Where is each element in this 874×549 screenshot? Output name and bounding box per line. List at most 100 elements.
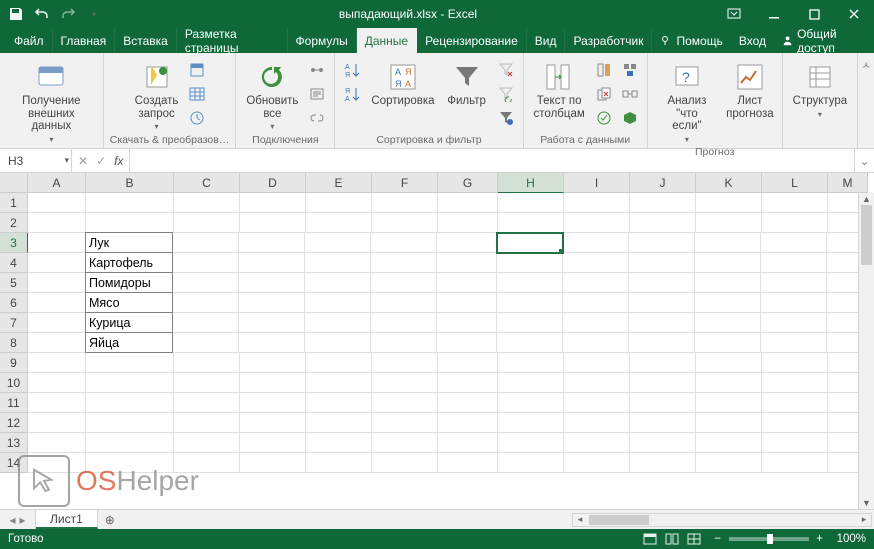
tab-home[interactable]: Главная <box>53 28 116 53</box>
cell[interactable] <box>564 353 630 373</box>
clear-filter-icon[interactable] <box>495 59 517 81</box>
cell[interactable] <box>372 193 438 213</box>
cell[interactable]: Мясо <box>85 292 173 313</box>
new-sheet-icon[interactable]: ⊕ <box>98 510 122 529</box>
cell[interactable] <box>564 453 630 473</box>
cell[interactable] <box>174 373 240 393</box>
cell[interactable] <box>630 373 696 393</box>
row-header[interactable]: 3 <box>0 233 28 253</box>
cell[interactable] <box>28 393 86 413</box>
cell[interactable] <box>761 313 827 333</box>
scroll-thumb[interactable] <box>861 205 872 265</box>
tell-me[interactable]: Помощь <box>652 28 730 53</box>
cell[interactable] <box>86 433 174 453</box>
cell[interactable] <box>696 393 762 413</box>
cell[interactable] <box>437 233 497 253</box>
enter-formula-icon[interactable]: ✓ <box>96 154 106 168</box>
cell[interactable] <box>174 413 240 433</box>
cell[interactable] <box>564 373 630 393</box>
tab-review[interactable]: Рецензирование <box>417 28 527 53</box>
cell[interactable] <box>240 433 306 453</box>
cell[interactable] <box>761 293 827 313</box>
cell[interactable] <box>498 353 564 373</box>
column-header[interactable]: G <box>438 173 498 193</box>
cell[interactable] <box>498 433 564 453</box>
show-queries-icon[interactable] <box>186 59 208 81</box>
advanced-filter-icon[interactable] <box>495 107 517 129</box>
qat-customize-icon[interactable]: ▾ <box>86 6 102 22</box>
cell[interactable] <box>28 273 86 293</box>
page-layout-view-icon[interactable] <box>661 531 683 547</box>
name-box[interactable]: H3 ▾ <box>0 149 72 172</box>
cell[interactable] <box>762 353 828 373</box>
cell[interactable] <box>497 273 563 293</box>
save-icon[interactable] <box>8 6 24 22</box>
cell[interactable]: Лук <box>85 232 173 253</box>
cell[interactable] <box>762 393 828 413</box>
tab-developer[interactable]: Разработчик <box>565 28 652 53</box>
cell[interactable] <box>174 453 240 473</box>
cell[interactable] <box>240 453 306 473</box>
cell[interactable] <box>28 413 86 433</box>
row-header[interactable]: 11 <box>0 393 28 413</box>
cell[interactable] <box>371 273 437 293</box>
page-break-view-icon[interactable] <box>683 531 705 547</box>
cell[interactable] <box>630 353 696 373</box>
cell[interactable] <box>173 233 239 253</box>
cell[interactable] <box>629 333 695 353</box>
cell[interactable] <box>28 313 86 333</box>
cell[interactable] <box>371 313 437 333</box>
consolidate-icon[interactable] <box>619 59 641 81</box>
cell[interactable] <box>28 333 86 353</box>
cell[interactable] <box>28 213 86 233</box>
cell[interactable] <box>695 333 761 353</box>
cell[interactable] <box>630 453 696 473</box>
cell[interactable] <box>239 253 305 273</box>
cell[interactable] <box>306 413 372 433</box>
cell[interactable] <box>305 293 371 313</box>
cell[interactable] <box>438 453 498 473</box>
cell[interactable] <box>563 253 629 273</box>
column-header[interactable]: F <box>372 173 438 193</box>
cell[interactable] <box>305 333 371 353</box>
cell[interactable] <box>696 213 762 233</box>
cell[interactable] <box>240 213 306 233</box>
from-table-icon[interactable] <box>186 83 208 105</box>
cell[interactable] <box>564 193 630 213</box>
cell[interactable] <box>239 293 305 313</box>
cell[interactable] <box>239 233 305 253</box>
cell[interactable] <box>372 213 438 233</box>
cell[interactable] <box>306 393 372 413</box>
cell[interactable] <box>761 273 827 293</box>
column-header[interactable]: B <box>86 173 174 193</box>
cell[interactable] <box>630 413 696 433</box>
cell[interactable] <box>563 273 629 293</box>
cell[interactable] <box>372 453 438 473</box>
cell[interactable] <box>498 373 564 393</box>
tab-view[interactable]: Вид <box>527 28 566 53</box>
column-header[interactable]: C <box>174 173 240 193</box>
cell[interactable] <box>563 333 629 353</box>
cell[interactable]: Курица <box>85 312 173 333</box>
cell[interactable] <box>86 353 174 373</box>
cell[interactable] <box>564 413 630 433</box>
refresh-all-button[interactable]: Обновить все▾ <box>242 59 302 133</box>
reapply-filter-icon[interactable] <box>495 83 517 105</box>
ribbon-display-icon[interactable] <box>714 0 754 28</box>
cell[interactable] <box>438 373 498 393</box>
cell[interactable] <box>696 433 762 453</box>
cell[interactable] <box>173 253 239 273</box>
column-header[interactable]: L <box>762 173 828 193</box>
zoom-level[interactable]: 100% <box>837 533 866 545</box>
cell[interactable] <box>371 233 437 253</box>
cell[interactable] <box>86 373 174 393</box>
cell[interactable] <box>695 253 761 273</box>
cell[interactable] <box>762 213 828 233</box>
cell[interactable] <box>695 233 761 253</box>
cell[interactable] <box>86 213 174 233</box>
cell[interactable] <box>173 273 239 293</box>
tab-formulas[interactable]: Формулы <box>288 28 357 53</box>
column-header[interactable]: K <box>696 173 762 193</box>
row-header[interactable]: 9 <box>0 353 28 373</box>
forecast-sheet-button[interactable]: Лист прогноза <box>724 59 776 122</box>
